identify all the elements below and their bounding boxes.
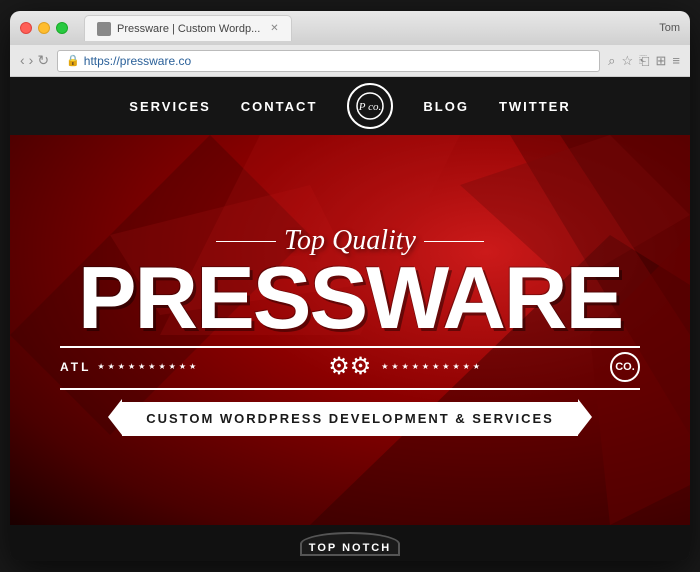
back-button[interactable]: ‹ [20,52,25,69]
brand-title: PRESSWARE [78,254,622,342]
close-button[interactable] [20,22,32,34]
nav-contact[interactable]: CONTACT [241,99,318,114]
gears-icon: ⚙⚙ [328,352,371,381]
nav-buttons: ‹ › ↻ [20,52,49,69]
minimize-button[interactable] [38,22,50,34]
tab-bar: Pressware | Custom Wordp... ✕ [84,15,653,41]
address-bar: ‹ › ↻ 🔒 https://pressware.co ⌕ ☆ ⎗ ⊞ ≡ [10,45,690,77]
bottom-teaser: TOP NOTCH SERVICES [10,525,690,561]
title-bar: Pressware | Custom Wordp... ✕ Tom [10,11,690,45]
tab-favicon [97,22,111,36]
browser-toolbar: ⌕ ☆ ⎗ ⊞ ≡ [608,53,680,69]
traffic-lights [20,22,68,34]
refresh-button[interactable]: ↻ [37,52,49,69]
star-icon[interactable]: ☆ [621,53,633,69]
menu-icon[interactable]: ≡ [672,53,680,69]
tab-close-icon[interactable]: ✕ [270,23,278,34]
site-logo[interactable]: P co. [347,83,393,129]
maximize-button[interactable] [56,22,68,34]
site-nav: SERVICES CONTACT P co. BLOG TWITTER [10,77,690,135]
stars-left: ★ ★ ★ ★ ★ ★ ★ ★ ★ ★ [97,362,318,371]
bottom-divider [60,388,640,390]
forward-button[interactable]: › [29,52,34,69]
url-bar[interactable]: 🔒 https://pressware.co [57,50,600,72]
atl-label: ATL [60,360,91,374]
search-icon[interactable]: ⌕ [608,53,615,69]
browser-tab[interactable]: Pressware | Custom Wordp... ✕ [84,15,292,41]
services-peek-text: SERVICES [263,556,436,561]
user-avatar: Tom [659,22,680,34]
top-notch-badge: TOP NOTCH [300,532,400,556]
tagline-text: CUSTOM WORDPRESS DEVELOPMENT & SERVICES [146,411,554,426]
browser-window: Pressware | Custom Wordp... ✕ Tom ‹ › ↻ … [10,11,690,561]
svg-text:P co.: P co. [358,101,381,113]
website-content: SERVICES CONTACT P co. BLOG TWITTER [10,77,690,561]
atl-co-row: ATL ★ ★ ★ ★ ★ ★ ★ ★ ★ ★ ⚙⚙ [60,352,640,382]
tagline-banner: CUSTOM WORDPRESS DEVELOPMENT & SERVICES [108,398,592,436]
lock-icon: 🔒 [66,54,80,67]
top-notch-text: TOP NOTCH [309,542,391,554]
url-text: https://pressware.co [84,54,191,68]
co-label: CO. [610,352,640,382]
stars-right: ★ ★ ★ ★ ★ ★ ★ ★ ★ ★ [381,362,602,371]
tab-title: Pressware | Custom Wordp... [117,23,260,35]
nav-blog[interactable]: BLOG [423,99,469,114]
extensions-icon[interactable]: ⊞ [656,53,667,69]
share-icon[interactable]: ⎗ [639,53,649,69]
hero-overlay: Top Quality PRESSWARE ATL ★ ★ ★ ★ ★ [10,135,690,525]
banner-body: CUSTOM WORDPRESS DEVELOPMENT & SERVICES [122,402,578,436]
nav-services[interactable]: SERVICES [129,99,211,114]
hero-section: Top Quality PRESSWARE ATL ★ ★ ★ ★ ★ [10,135,690,525]
nav-twitter[interactable]: TWITTER [499,99,571,114]
